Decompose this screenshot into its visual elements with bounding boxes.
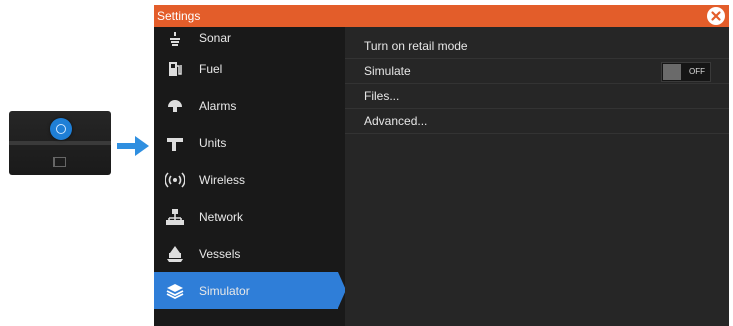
sidebar-item-label: Fuel xyxy=(199,61,223,76)
wireless-icon xyxy=(165,170,185,190)
row-label: Files... xyxy=(364,89,400,103)
vessel-icon xyxy=(165,244,185,264)
sidebar-item-label: Sonar xyxy=(199,31,232,45)
advanced-row[interactable]: Advanced... xyxy=(345,109,729,134)
sonar-icon xyxy=(165,28,185,48)
simulate-toggle[interactable]: OFF xyxy=(661,62,711,82)
units-icon xyxy=(165,133,185,153)
settings-content-panel: Turn on retail mode Simulate OFF Files..… xyxy=(345,27,729,326)
close-button[interactable] xyxy=(707,7,725,25)
sidebar-item-label: Simulator xyxy=(199,283,250,298)
window-title: Settings xyxy=(157,9,201,23)
close-icon xyxy=(707,7,725,25)
sidebar-item-alarms[interactable]: Alarms xyxy=(154,87,345,124)
row-label: Advanced... xyxy=(364,114,428,128)
sidebar-item-label: Network xyxy=(199,209,244,224)
sidebar-item-simulator[interactable]: Simulator xyxy=(154,272,346,309)
fuel-pump-icon xyxy=(165,59,185,79)
sidebar-item-units[interactable]: Units xyxy=(154,124,345,161)
toggle-knob xyxy=(663,64,681,80)
files-row[interactable]: Files... xyxy=(345,84,729,109)
network-icon xyxy=(165,207,185,227)
sidebar-item-network[interactable]: Network xyxy=(154,198,345,235)
simulator-layers-icon xyxy=(165,281,185,301)
row-label: Simulate xyxy=(364,64,411,78)
sidebar-item-vessels[interactable]: Vessels xyxy=(154,235,345,272)
settings-gear-icon xyxy=(50,118,72,140)
sidebar-item-label: Wireless xyxy=(199,172,246,187)
thumbnail-bar xyxy=(9,141,111,145)
toggle-state-label: OFF xyxy=(689,67,705,76)
sidebar-item-sonar[interactable]: Sonar xyxy=(154,26,345,50)
alarm-icon xyxy=(165,96,185,116)
sidebar-item-label: Vessels xyxy=(199,246,241,261)
retail-mode-row[interactable]: Turn on retail mode xyxy=(345,34,729,59)
sidebar-item-label: Units xyxy=(199,135,227,150)
simulate-row[interactable]: Simulate OFF xyxy=(345,59,729,84)
right-arrow-icon xyxy=(117,136,149,156)
settings-sidebar: Sonar Fuel Alarms Units Wireless Network… xyxy=(154,26,346,326)
title-bar: Settings xyxy=(154,5,729,27)
sidebar-item-label: Alarms xyxy=(199,98,237,113)
settings-window: Settings Sonar Fuel Alarms Units Wireles… xyxy=(154,5,729,326)
row-label: Turn on retail mode xyxy=(364,39,468,53)
sidebar-item-wireless[interactable]: Wireless xyxy=(154,161,345,198)
device-thumbnail xyxy=(9,111,111,175)
sidebar-item-fuel[interactable]: Fuel xyxy=(154,50,345,87)
flag-icon xyxy=(53,157,66,167)
